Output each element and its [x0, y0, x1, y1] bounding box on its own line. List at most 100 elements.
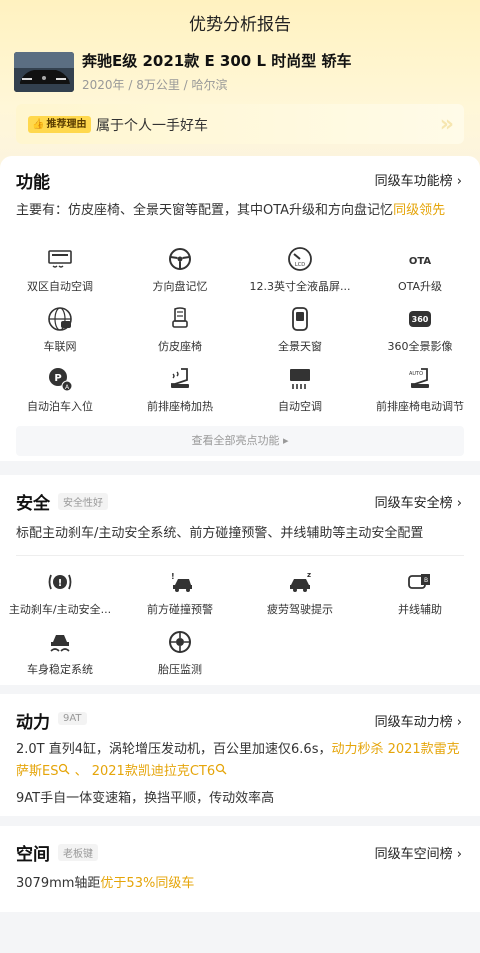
feature-item[interactable]: 仿皮座椅 [120, 306, 240, 354]
safety-title: 安全 [16, 494, 50, 514]
feature-label: 疲劳驾驶提示 [267, 603, 333, 616]
car-thumbnail[interactable] [14, 52, 74, 92]
reason-text: 属于个人一手好车 [96, 118, 208, 134]
svg-text:P: P [54, 373, 61, 384]
safety-desc: 标配主动刹车/主动安全系统、前方碰撞预警、并线辅助等主动安全配置 [16, 526, 424, 541]
function-desc-main: 主要有：仿皮座椅、全景天窗等配置，其中OTA升级和方向盘记忆 [16, 203, 394, 218]
feature-label: 仿皮座椅 [158, 340, 202, 353]
power-card: 动力 9AT 同级车动力榜 › 2.0T 直列4缸，涡轮增压发动机，百公里加速仅… [0, 694, 480, 816]
feature-item[interactable]: 方向盘记忆 [120, 246, 240, 294]
svg-text:AUTO: AUTO [409, 371, 423, 377]
seat-heating-icon [167, 366, 193, 392]
feature-item[interactable]: 360 360全景影像 [360, 306, 480, 354]
svg-text:z: z [307, 571, 311, 579]
feature-label: 并线辅助 [398, 603, 442, 616]
feature-label: OTA升级 [397, 280, 443, 293]
brake-warning-icon: ! [47, 569, 73, 595]
auto-ac-icon [287, 366, 313, 392]
collision-warning-icon: ! [167, 569, 193, 595]
ota-icon: OTA [407, 246, 433, 272]
feature-item[interactable]: ! 主动刹车/主动安全... [0, 569, 120, 617]
feature-item[interactable]: AUTO 前排座椅电动调节 [360, 366, 480, 414]
space-tag: 老板键 [58, 844, 98, 861]
feature-item[interactable]: 车身稳定系统 [0, 629, 120, 677]
car-meta: 2020年 / 8万公里 / 哈尔滨 [82, 78, 228, 92]
camera-360-icon: 360 [407, 306, 433, 332]
sunroof-icon [287, 306, 313, 332]
feature-item[interactable]: 双区自动空调 [0, 246, 120, 294]
feature-item[interactable]: ! 前方碰撞预警 [120, 569, 240, 617]
feature-label: 前排座椅加热 [147, 400, 213, 413]
feature-label: 前排座椅电动调节 [376, 400, 464, 413]
view-all-features-button[interactable]: 查看全部亮点功能 ▸ [16, 426, 464, 456]
feature-item[interactable]: LCD 12.3英寸全液晶屏... [240, 246, 360, 294]
search-icon [215, 763, 227, 775]
safety-rank-link[interactable]: 同级车安全榜 › [375, 492, 462, 511]
feature-label: 双区自动空调 [27, 280, 93, 293]
space-card: 空间 老板键 同级车空间榜 › 3079mm轴距优于53%同级车 [0, 826, 480, 912]
dual-zone-ac-icon [47, 246, 73, 272]
reason-badge-label: 推荐理由 [46, 119, 87, 130]
power-seat-icon: AUTO [407, 366, 433, 392]
space-desc-main: 3079mm轴距 [16, 876, 101, 891]
chevron-right-decor-icon: » [439, 112, 454, 137]
function-rank-link[interactable]: 同级车功能榜 › [375, 170, 462, 189]
function-desc: 主要有：仿皮座椅、全景天窗等配置，其中OTA升级和方向盘记忆同级领先 [16, 200, 466, 222]
function-card: 功能 同级车功能榜 › 主要有：仿皮座椅、全景天窗等配置，其中OTA升级和方向盘… [0, 156, 480, 461]
power-title: 动力 [16, 713, 50, 733]
svg-text:360: 360 [412, 315, 429, 324]
feature-label: 自动空调 [278, 400, 322, 413]
thumb-up-icon: 👍 [32, 119, 45, 130]
feature-item[interactable]: 胎压监测 [120, 629, 240, 677]
safety-tag: 安全性好 [58, 493, 108, 510]
svg-text:!: ! [58, 578, 63, 589]
fatigue-icon: z [287, 569, 313, 595]
power-compare-ct6[interactable]: 2021款凯迪拉克CT6 [91, 763, 227, 779]
power-desc-main: 2.0T 直列4缸，涡轮增压发动机，百公里加速仅6.6s， [16, 742, 332, 757]
auto-parking-icon: PA [47, 366, 73, 392]
function-title: 功能 [16, 173, 50, 193]
feature-label: 方向盘记忆 [152, 280, 208, 293]
page-title: 优势分析报告 [189, 15, 291, 35]
function-desc-highlight: 同级领先 [393, 203, 446, 218]
power-rank-link[interactable]: 同级车动力榜 › [375, 711, 462, 730]
reason-badge: 👍 推荐理由 [28, 116, 92, 133]
space-desc: 3079mm轴距优于53%同级车 [16, 873, 466, 895]
feature-label: 12.3英寸全液晶屏... [249, 280, 351, 293]
feature-item[interactable]: OTA OTA升级 [360, 246, 480, 294]
divider [16, 555, 464, 556]
leather-seat-icon [167, 306, 193, 332]
feature-label: 自动泊车入位 [27, 400, 93, 413]
tire-pressure-icon [167, 629, 193, 655]
feature-label: 前方碰撞预警 [147, 603, 213, 616]
power-desc: 2.0T 直列4缸，涡轮增压发动机，百公里加速仅6.6s，动力秒杀 2021款雷… [16, 739, 466, 783]
space-title: 空间 [16, 845, 50, 865]
car-title: 奔驰E级 2021款 E 300 L 时尚型 轿车 [82, 52, 352, 70]
feature-item[interactable]: 全景天窗 [240, 306, 360, 354]
stability-icon [47, 629, 73, 655]
feature-label: 车身稳定系统 [27, 663, 93, 676]
svg-text:OTA: OTA [409, 256, 432, 267]
power-compare-ct6-label: 2021款凯迪拉克CT6 [91, 764, 216, 779]
lcd-gauge-icon: LCD [287, 246, 313, 272]
svg-text:LCD: LCD [295, 262, 305, 268]
feature-item[interactable]: P A 自动泊车入位 [0, 366, 120, 414]
connected-car-icon [47, 306, 73, 332]
feature-item[interactable]: 自动空调 [240, 366, 360, 414]
power-sep: 、 [70, 764, 92, 779]
search-icon [59, 763, 70, 775]
feature-label: 360全景影像 [387, 340, 453, 353]
power-desc-2: 9AT手自一体变速箱，换挡平顺，传动效率高 [16, 791, 275, 806]
feature-label: 主动刹车/主动安全... [8, 603, 112, 616]
space-rank-link[interactable]: 同级车空间榜 › [375, 843, 462, 862]
svg-text:!: ! [171, 572, 175, 581]
feature-item[interactable]: 车联网 [0, 306, 120, 354]
feature-label: 胎压监测 [158, 663, 202, 676]
power-tag: 9AT [58, 712, 87, 725]
svg-text:B: B [424, 577, 428, 584]
feature-item[interactable]: B 并线辅助 [360, 569, 480, 617]
feature-item[interactable]: z 疲劳驾驶提示 [240, 569, 360, 617]
safety-card: 安全 安全性好 同级车安全榜 › 标配主动刹车/主动安全系统、前方碰撞预警、并线… [0, 475, 480, 685]
feature-item[interactable]: 前排座椅加热 [120, 366, 240, 414]
lane-assist-icon: B [407, 569, 433, 595]
